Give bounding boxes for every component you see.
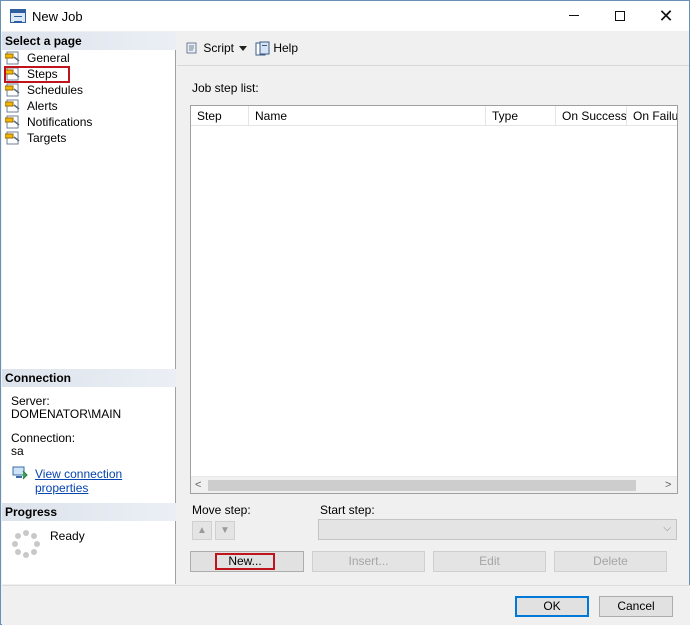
new-step-button[interactable]: New... (190, 551, 304, 572)
job-step-list-label: Job step list: (192, 81, 259, 95)
server-label: Server: (11, 394, 50, 408)
page-item-label: Targets (27, 131, 67, 145)
minimize-button[interactable] (551, 1, 597, 31)
page-item-label: Notifications (27, 115, 93, 129)
job-window-icon (10, 9, 26, 23)
title-bar: New Job ✕ (1, 1, 689, 31)
arrow-up-icon: ▲ (197, 525, 207, 536)
progress-spinner-icon (12, 530, 40, 558)
toolbar: Script Help (177, 32, 689, 66)
minimize-icon (569, 15, 579, 17)
page-wrench-icon (5, 115, 20, 129)
progress-header: Progress (2, 503, 176, 521)
close-icon: ✕ (658, 6, 674, 26)
help-icon (255, 41, 270, 56)
maximize-button[interactable] (597, 1, 643, 31)
new-job-dialog: New Job ✕ Select a page General Steps Sc… (0, 0, 690, 625)
start-step-select[interactable]: ⌵ (318, 519, 677, 540)
move-up-button[interactable]: ▲ (192, 521, 212, 540)
page-item-label: General (27, 51, 70, 65)
script-label: Script (203, 41, 235, 55)
help-label: Help (273, 41, 299, 55)
column-header-type[interactable]: Type (486, 106, 556, 126)
edit-step-button[interactable]: Edit (433, 551, 546, 572)
server-value: DOMENATOR\MAIN (11, 407, 122, 421)
page-wrench-icon (5, 51, 20, 65)
column-header-on-success[interactable]: On Success (556, 106, 627, 126)
scroll-right-icon[interactable]: > (665, 479, 671, 491)
ok-button[interactable]: OK (515, 596, 589, 617)
page-item-label: Schedules (27, 83, 84, 97)
selected-page-highlight (4, 66, 70, 83)
view-connection-properties-link[interactable]: View connection properties (35, 467, 175, 495)
insert-step-button[interactable]: Insert... (312, 551, 425, 572)
connection-header: Connection (2, 369, 176, 387)
page-selector-pane: Select a page General Steps Schedules Al… (2, 32, 176, 584)
new-button-highlight: New... (215, 553, 275, 570)
progress-status: Ready (50, 529, 85, 543)
connection-properties-icon (12, 466, 28, 480)
steps-page-content: Job step list: Step Name Type On Success… (177, 67, 689, 584)
move-down-button[interactable]: ▼ (215, 521, 235, 540)
scroll-left-icon[interactable]: < (195, 479, 201, 491)
column-header-step[interactable]: Step (191, 106, 249, 126)
scrollbar-thumb[interactable] (208, 480, 636, 491)
arrow-down-icon: ▼ (220, 525, 230, 536)
start-step-label: Start step: (320, 503, 375, 517)
connection-label: Connection: (11, 431, 76, 445)
delete-step-button[interactable]: Delete (554, 551, 667, 572)
column-header-name[interactable]: Name (249, 106, 486, 126)
help-button[interactable]: Help (255, 41, 298, 56)
close-button[interactable]: ✕ (643, 1, 689, 31)
page-wrench-icon (5, 99, 20, 113)
move-step-label: Move step: (192, 503, 251, 517)
window-title: New Job (32, 9, 83, 24)
chevron-down-icon: ⌵ (663, 523, 671, 534)
page-wrench-icon (5, 131, 20, 145)
cancel-button[interactable]: Cancel (599, 596, 673, 617)
column-header-on-failure[interactable]: On Failure (627, 106, 677, 126)
script-button[interactable]: Script (185, 41, 234, 56)
page-item-label: Alerts (27, 99, 58, 113)
page-wrench-icon (5, 83, 20, 97)
script-dropdown-arrow-icon[interactable] (239, 46, 247, 51)
job-step-grid[interactable]: Step Name Type On Success On Failure < > (190, 105, 678, 494)
connection-value: sa (11, 444, 24, 458)
script-icon (186, 42, 197, 54)
maximize-icon (615, 10, 625, 21)
grid-header: Step Name Type On Success On Failure (191, 106, 677, 126)
horizontal-scrollbar[interactable]: < > (191, 476, 677, 493)
dialog-footer: OK Cancel (2, 585, 690, 625)
select-page-header: Select a page (2, 32, 176, 50)
